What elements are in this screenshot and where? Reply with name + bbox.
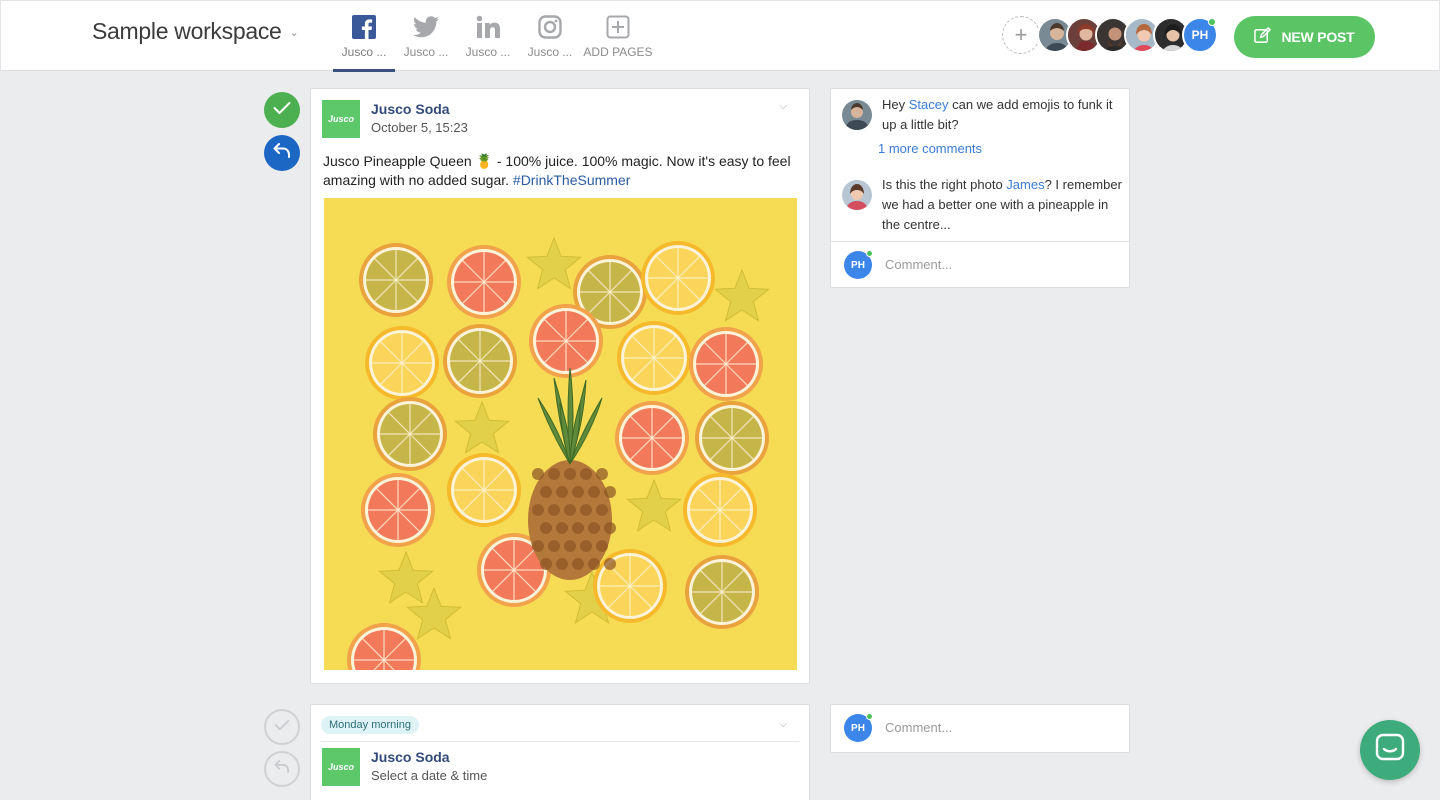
checkmark-icon bbox=[274, 718, 290, 736]
tab-facebook[interactable]: Jusco ... bbox=[333, 1, 395, 72]
tab-label: Jusco ... bbox=[527, 45, 573, 59]
online-status-indicator bbox=[866, 713, 873, 720]
page-logo: Jusco bbox=[322, 100, 360, 138]
reply-arrow-icon bbox=[274, 759, 290, 779]
new-post-button[interactable]: NEW POST bbox=[1234, 16, 1375, 58]
comment-input-row: PH bbox=[831, 241, 1129, 287]
post-image[interactable] bbox=[324, 198, 797, 670]
avatar bbox=[842, 100, 872, 130]
page-tabs: Jusco ... Jusco ... Jusco ... Jusco ... … bbox=[333, 1, 653, 72]
chevron-down-icon[interactable]: ⌵ bbox=[779, 101, 787, 112]
logo-text: Jusco bbox=[327, 114, 354, 124]
comment-fragment: Is this the right photo bbox=[882, 177, 1007, 192]
comment-fragment: Hey bbox=[882, 97, 909, 112]
tab-linkedin[interactable]: Jusco ... bbox=[457, 1, 519, 72]
more-comments-link[interactable]: 1 more comments bbox=[878, 141, 982, 156]
comment-input[interactable] bbox=[885, 257, 1105, 272]
linkedin-icon bbox=[475, 14, 501, 40]
post-text: Jusco Pineapple Queen 🍍 - 100% juice. 10… bbox=[323, 152, 803, 190]
chevron-down-icon[interactable]: ⌵ bbox=[779, 719, 787, 730]
online-status-indicator bbox=[866, 250, 873, 257]
page-logo: Jusco bbox=[322, 748, 360, 786]
tab-twitter[interactable]: Jusco ... bbox=[395, 1, 457, 72]
facebook-icon bbox=[351, 14, 377, 40]
workspace-name: Sample workspace bbox=[92, 18, 282, 44]
comments-panel: Hey Stacey can we add emojis to funk it … bbox=[830, 88, 1130, 288]
tab-instagram[interactable]: Jusco ... bbox=[519, 1, 581, 72]
hashtag-link[interactable]: #DrinkTheSummer bbox=[513, 172, 630, 188]
instagram-icon bbox=[537, 14, 563, 40]
comments-panel: PH bbox=[830, 704, 1130, 753]
chat-launcher-button[interactable] bbox=[1360, 720, 1420, 780]
logo-text: Jusco bbox=[327, 762, 354, 772]
comment-text: Hey Stacey can we add emojis to funk it … bbox=[882, 95, 1122, 135]
avatar-initials: PH bbox=[851, 259, 865, 271]
online-status-indicator bbox=[1208, 18, 1216, 26]
approve-button[interactable] bbox=[264, 92, 300, 128]
approve-button[interactable] bbox=[264, 709, 300, 745]
tab-label: Jusco ... bbox=[341, 45, 387, 59]
avatar-initials: PH bbox=[851, 722, 865, 734]
avatar bbox=[842, 180, 872, 210]
reply-arrow-icon bbox=[273, 142, 291, 164]
comment-text: Is this the right photo James? I remembe… bbox=[882, 175, 1122, 235]
fruit-illustration bbox=[324, 198, 797, 670]
current-user-avatar[interactable]: PH bbox=[1182, 17, 1218, 53]
edit-icon bbox=[1254, 27, 1272, 47]
twitter-icon bbox=[413, 14, 439, 40]
date-time-picker[interactable]: Select a date & time bbox=[371, 768, 487, 783]
reply-button[interactable] bbox=[264, 135, 300, 171]
mention-link[interactable]: Stacey bbox=[909, 97, 949, 112]
post-card: Monday morning ⌵ Jusco Jusco Soda Select… bbox=[310, 704, 810, 800]
chat-icon bbox=[1375, 733, 1405, 768]
top-header: Sample workspace ⌄ Jusco ... Jusco ... J… bbox=[0, 0, 1440, 72]
reply-button[interactable] bbox=[264, 751, 300, 787]
current-user-avatar: PH bbox=[844, 250, 873, 279]
post-card: Jusco Jusco Soda October 5, 15:23 ⌵ Jusc… bbox=[310, 88, 810, 684]
workspace-switcher[interactable]: Sample workspace ⌄ bbox=[92, 18, 299, 45]
divider bbox=[321, 741, 799, 742]
page-name[interactable]: Jusco Soda bbox=[371, 749, 450, 765]
schedule-badge[interactable]: Monday morning bbox=[321, 716, 419, 734]
tab-label: Jusco ... bbox=[465, 45, 511, 59]
current-user-avatar: PH bbox=[844, 713, 873, 742]
team-members: + PH bbox=[1002, 16, 1218, 54]
add-member-button[interactable]: + bbox=[1002, 16, 1040, 54]
comment-input[interactable] bbox=[885, 720, 1105, 735]
new-post-label: NEW POST bbox=[1281, 29, 1355, 45]
page-name[interactable]: Jusco Soda bbox=[371, 101, 450, 117]
chevron-down-icon: ⌄ bbox=[289, 27, 299, 39]
checkmark-icon bbox=[273, 101, 291, 120]
post-date: October 5, 15:23 bbox=[371, 120, 468, 135]
mention-link[interactable]: James bbox=[1006, 177, 1044, 192]
tab-label: Jusco ... bbox=[403, 45, 449, 59]
tab-label: ADD PAGES bbox=[583, 45, 653, 59]
tab-add-pages[interactable]: ADD PAGES bbox=[583, 1, 653, 72]
avatar-initials: PH bbox=[1191, 28, 1209, 42]
add-page-icon bbox=[605, 14, 631, 40]
